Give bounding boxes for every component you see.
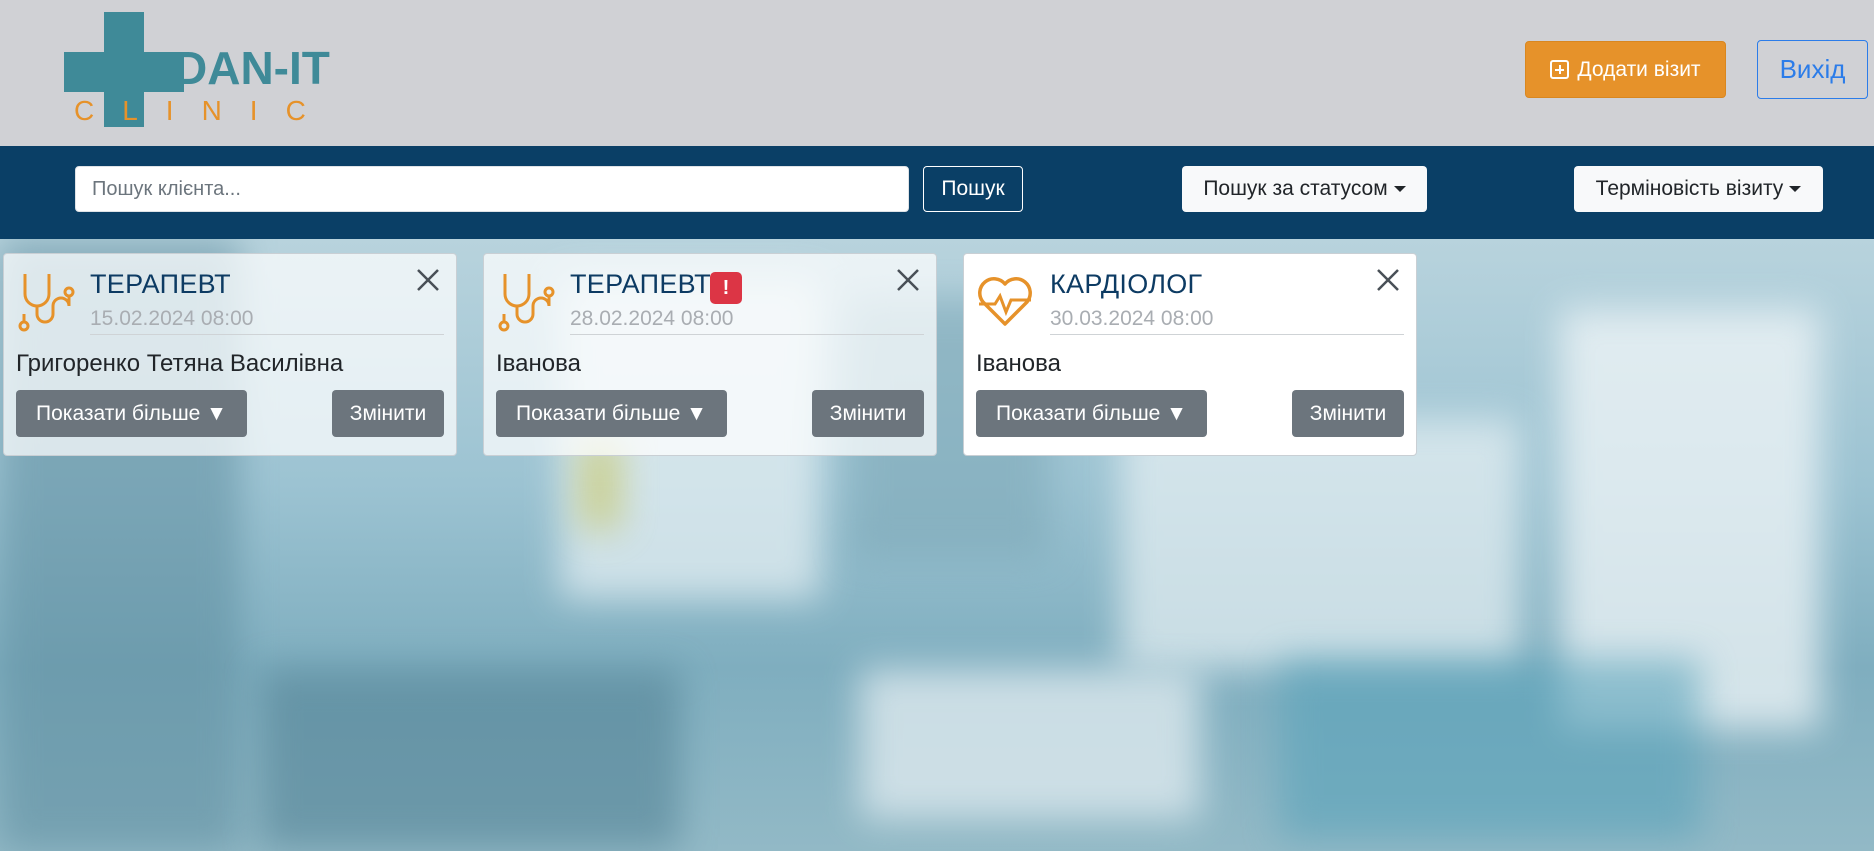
visit-card: ТЕРАПЕВТ ! 28.02.2024 08:00 Іванова Пока…	[483, 253, 937, 456]
add-visit-button[interactable]: Додати візит	[1525, 41, 1726, 98]
exit-button[interactable]: Вихід	[1757, 40, 1868, 99]
close-icon[interactable]	[894, 266, 922, 294]
caret-down-icon	[1789, 186, 1802, 192]
edit-button[interactable]: Змінити	[332, 390, 444, 437]
edit-button[interactable]: Змінити	[1292, 390, 1404, 437]
show-more-button[interactable]: Показати більше ▼	[16, 390, 247, 437]
visit-card: КАРДІОЛОГ 30.03.2024 08:00 Іванова Показ…	[963, 253, 1417, 456]
patient-name: Григоренко Тетяна Василівна	[16, 350, 344, 377]
add-visit-label: Додати візит	[1577, 57, 1701, 81]
client-search-input[interactable]	[75, 166, 909, 212]
divider	[570, 334, 924, 335]
clinic-logo[interactable]: DAN-IT CLINIC	[64, 12, 364, 127]
doctor-title: ТЕРАПЕВТ	[90, 269, 231, 299]
urgency-filter-label: Терміновість візиту	[1595, 177, 1784, 200]
doctor-title: ТЕРАПЕВТ	[570, 269, 711, 299]
logo-text-bottom: CLINIC	[74, 95, 334, 126]
divider	[90, 334, 444, 335]
doctor-title: КАРДІОЛОГ	[1050, 269, 1203, 299]
stethoscope-icon	[498, 274, 555, 332]
stethoscope-icon	[18, 274, 75, 332]
visit-card: ТЕРАПЕВТ 15.02.2024 08:00 Григоренко Тет…	[3, 253, 457, 456]
close-icon[interactable]	[414, 266, 442, 294]
close-icon[interactable]	[1374, 266, 1402, 294]
visit-datetime: 15.02.2024 08:00	[90, 307, 254, 330]
patient-name: Іванова	[496, 350, 581, 377]
app-header: DAN-IT CLINIC Додати візит Вихід	[0, 0, 1874, 146]
visit-datetime: 28.02.2024 08:00	[570, 307, 734, 330]
caret-down-icon	[1393, 186, 1406, 192]
divider	[1050, 334, 1404, 335]
show-more-button[interactable]: Показати більше ▼	[976, 390, 1207, 437]
logo-text-top: DAN-IT	[174, 42, 330, 94]
plus-square-icon	[1550, 60, 1570, 79]
show-more-button[interactable]: Показати більше ▼	[496, 390, 727, 437]
status-filter-label: Пошук за статусом	[1203, 177, 1388, 200]
edit-button[interactable]: Змінити	[812, 390, 924, 437]
filter-bar: Пошук Пошук за статусом Терміновість віз…	[0, 146, 1874, 239]
urgent-badge: !	[710, 272, 742, 304]
heartbeat-icon	[978, 277, 1032, 326]
search-button[interactable]: Пошук	[923, 166, 1023, 212]
patient-name: Іванова	[976, 350, 1061, 377]
urgency-filter-dropdown[interactable]: Терміновість візиту	[1574, 166, 1823, 212]
visit-datetime: 30.03.2024 08:00	[1050, 307, 1214, 330]
status-filter-dropdown[interactable]: Пошук за статусом	[1182, 166, 1427, 212]
